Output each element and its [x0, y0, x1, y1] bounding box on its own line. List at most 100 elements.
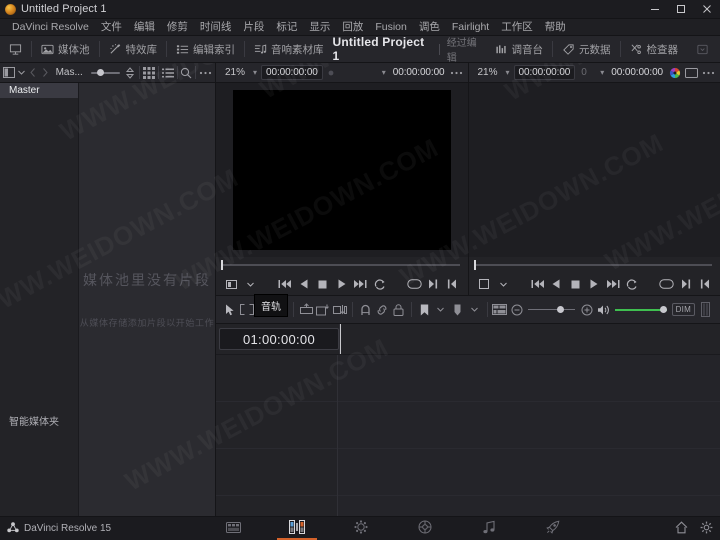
- source-more-options-icon[interactable]: [448, 63, 465, 82]
- timeline-loop-icon[interactable]: [623, 273, 642, 295]
- source-scrubber[interactable]: [216, 257, 468, 273]
- timeline-lane[interactable]: [338, 355, 720, 402]
- timeline-ruler[interactable]: [339, 324, 720, 354]
- color-wheel-icon[interactable]: [666, 63, 683, 82]
- grid-view-icon[interactable]: [142, 63, 155, 82]
- source-playhead[interactable]: [221, 260, 223, 270]
- search-icon[interactable]: [180, 63, 192, 82]
- dim-button[interactable]: DIM: [670, 296, 698, 323]
- trim-icon[interactable]: [239, 296, 256, 323]
- timeline-clip-chevron-down-icon[interactable]: ▾: [596, 68, 608, 77]
- sound-library-button[interactable]: 音响素材库: [245, 36, 333, 62]
- audio-meter-icon[interactable]: [697, 296, 714, 323]
- timeline-lane[interactable]: [338, 449, 720, 496]
- bin-item-smart-bins[interactable]: 智能媒体夹: [0, 415, 78, 430]
- source-mark-clip-icon[interactable]: [405, 273, 424, 295]
- timeline-stop-icon[interactable]: [566, 273, 585, 295]
- project-manager-button[interactable]: [0, 36, 31, 62]
- timeline-mark-in-icon[interactable]: [695, 273, 714, 295]
- source-zoom-chevron-down-icon[interactable]: ▾: [249, 68, 261, 77]
- media-page-button[interactable]: [201, 517, 265, 540]
- source-zoom-level[interactable]: 21%: [219, 67, 249, 78]
- menu-fusion[interactable]: Fusion: [369, 19, 413, 35]
- fit-screen-icon[interactable]: [683, 63, 700, 82]
- menu-edit[interactable]: 编辑: [128, 19, 161, 35]
- effects-library-button[interactable]: 特效库: [100, 36, 167, 62]
- flag-chevron-down-icon[interactable]: [433, 296, 450, 323]
- timeline-skip-forward-icon[interactable]: [604, 273, 623, 295]
- forward-chevron-right-icon[interactable]: [39, 63, 51, 82]
- magnet-icon[interactable]: [357, 296, 374, 323]
- close-button[interactable]: [694, 0, 720, 18]
- menu-timeline[interactable]: 时间线: [194, 19, 238, 35]
- source-viewer-canvas[interactable]: [216, 83, 468, 257]
- timeline-mark-clip-icon[interactable]: [657, 273, 676, 295]
- timeline-viewer-playhead[interactable]: [473, 260, 476, 270]
- source-timecode-left[interactable]: 00:00:00:00: [261, 65, 323, 80]
- fusion-page-button[interactable]: [329, 517, 393, 540]
- panel-layout-button[interactable]: [687, 36, 718, 62]
- current-bin-label[interactable]: Mas...: [52, 67, 87, 78]
- timeline-timecode-left[interactable]: 00:00:00:00: [513, 65, 576, 80]
- volume-slider-knob[interactable]: [659, 306, 667, 313]
- source-play-icon[interactable]: [332, 273, 351, 295]
- menu-file[interactable]: 文件: [95, 19, 128, 35]
- source-skip-back-icon[interactable]: [275, 273, 294, 295]
- menu-mark[interactable]: 标记: [270, 19, 303, 35]
- speaker-icon[interactable]: [595, 296, 612, 323]
- menu-help[interactable]: 帮助: [539, 19, 572, 35]
- arrow-cursor-icon[interactable]: [222, 296, 239, 323]
- sort-order-icon[interactable]: [124, 63, 136, 82]
- insert-icon[interactable]: [298, 296, 315, 323]
- menu-playback[interactable]: 回放: [336, 19, 369, 35]
- source-viewer-mode-chevron-down-icon[interactable]: [241, 273, 260, 295]
- more-options-icon[interactable]: [199, 63, 212, 82]
- menu-view[interactable]: 显示: [303, 19, 336, 35]
- timeline-zoom-chevron-down-icon[interactable]: ▾: [502, 68, 514, 77]
- maximize-button[interactable]: [668, 0, 694, 18]
- marker-chevron-down-icon[interactable]: [466, 296, 483, 323]
- source-play-reverse-icon[interactable]: [294, 273, 313, 295]
- metadata-button[interactable]: 元数据: [553, 36, 620, 62]
- panel-toggle-chevron-down-icon[interactable]: [15, 63, 27, 82]
- menu-clip[interactable]: 片段: [237, 19, 270, 35]
- timeline-scrubber[interactable]: [468, 257, 720, 273]
- source-mark-in-icon[interactable]: [443, 273, 462, 295]
- timeline-zoom-level[interactable]: 21%: [472, 67, 502, 78]
- fairlight-page-button[interactable]: [457, 517, 521, 540]
- timeline-viewer-mode-chevron-down-icon[interactable]: [494, 273, 513, 295]
- marker-icon[interactable]: [449, 296, 466, 323]
- gear-icon[interactable]: [700, 521, 713, 537]
- menu-resolve[interactable]: DaVinci Resolve: [6, 19, 95, 35]
- source-skip-forward-icon[interactable]: [351, 273, 370, 295]
- timeline-lane[interactable]: [338, 402, 720, 449]
- color-page-button[interactable]: [393, 517, 457, 540]
- timeline-mark-out-icon[interactable]: [676, 273, 695, 295]
- timeline-playhead[interactable]: [340, 324, 341, 354]
- slider-knob[interactable]: [96, 69, 104, 76]
- master-volume-slider[interactable]: [614, 296, 667, 323]
- home-icon[interactable]: [675, 520, 688, 537]
- edit-index-button[interactable]: 编辑索引: [167, 36, 244, 62]
- source-loop-icon[interactable]: [370, 273, 389, 295]
- replace-icon[interactable]: [331, 296, 348, 323]
- media-pool-button[interactable]: 媒体池: [32, 36, 99, 62]
- timeline-view-options-icon[interactable]: [492, 296, 509, 323]
- edit-page-button[interactable]: [265, 517, 329, 540]
- timeline-play-reverse-icon[interactable]: [547, 273, 566, 295]
- lock-icon[interactable]: [390, 296, 407, 323]
- minimize-button[interactable]: [642, 0, 668, 18]
- menu-trim[interactable]: 修剪: [161, 19, 194, 35]
- zoom-slider-knob[interactable]: [557, 306, 565, 313]
- thumbnail-size-slider[interactable]: [90, 63, 120, 82]
- timeline-more-options-icon[interactable]: [700, 63, 717, 82]
- panel-toggle-icon[interactable]: [3, 63, 16, 82]
- menu-workspace[interactable]: 工作区: [495, 19, 539, 35]
- zoom-out-icon[interactable]: [508, 296, 525, 323]
- mixer-button[interactable]: 调音台: [486, 36, 553, 62]
- deliver-page-button[interactable]: [521, 517, 585, 540]
- link-icon[interactable]: [374, 296, 391, 323]
- bin-item-master[interactable]: Master: [0, 83, 78, 98]
- media-pool-content[interactable]: 媒体池里没有片段 从媒体存储添加片段以开始工作: [79, 83, 215, 516]
- source-mark-out-icon[interactable]: [424, 273, 443, 295]
